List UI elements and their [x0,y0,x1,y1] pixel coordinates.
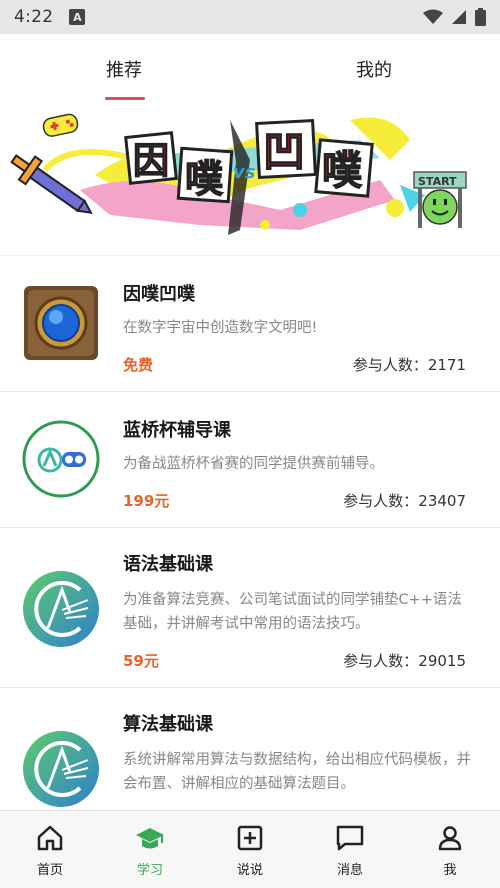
course-title: 算法基础课 [123,714,213,735]
message-icon [335,823,365,853]
list-item[interactable]: 蓝桥杯辅导课 为备战蓝桥杯省赛的同学提供赛前辅导。 199元 参与人数：2340… [0,392,500,528]
tab-recommend-label: 推荐 [106,60,142,81]
course-thumbnail [22,284,100,362]
banner[interactable]: 因 噗 vs 凹 噗 START [0,100,500,255]
wifi-icon [423,9,443,24]
course-title: 蓝桥杯辅导课 [123,420,231,441]
gem-shield-icon [24,286,98,360]
course-title: 语法基础课 [123,554,213,575]
course-description: 为准备算法竞赛、公司笔试面试的同学铺垫C++语法基础，并讲解考试中常用的语法技巧… [123,592,462,632]
course-description: 系统讲解常用算法与数据结构，给出相应代码模板，并会布置、讲解相应的基础算法题目。 [123,752,471,792]
course-price: 59元 [123,652,159,670]
nav-messages-label: 消息 [336,863,363,878]
status-icons [423,8,486,26]
app-screen: 4:22 A 推荐 我的 因 噗 vs 凹 噗 START 因噗凹噗 在数字宇宙… [0,0,500,888]
graduation-cap-icon [135,823,165,853]
banner-illustration: 因 噗 vs 凹 噗 START [10,113,467,235]
status-time: 4:22 [14,7,54,27]
list-item[interactable]: 语法基础课 为准备算法竞赛、公司笔试面试的同学铺垫C++语法基础，并讲解考试中常… [0,528,500,688]
start-sign-label: START [418,175,457,188]
top-tabs: 推荐 我的 [0,34,500,100]
nav-me-label: 我 [443,863,457,878]
status-bar: 4:22 A [0,0,500,34]
nav-study[interactable]: 学习 [100,811,200,888]
battery-icon [475,8,486,26]
user-icon [435,823,465,853]
course-participants: 参与人数：2171 [352,356,466,374]
nav-study-label: 学习 [136,863,163,878]
course-title: 因噗凹噗 [123,284,195,305]
tab-recommend[interactable]: 推荐 [0,34,250,100]
lanqiao-logo-icon [22,420,100,498]
course-thumbnail [22,570,100,648]
notification-badge-icon: A [69,9,86,25]
gamepad-icon [42,113,79,137]
bottom-navigation: 首页 学习 说说 消息 我 [0,810,500,888]
course-participants: 参与人数：29015 [343,652,466,670]
banner-vs: vs [233,162,256,183]
course-thumbnail [22,730,100,808]
course-price: 199元 [123,492,170,510]
sword-icon [10,154,93,215]
nav-me[interactable]: 我 [400,811,500,888]
tab-mine[interactable]: 我的 [250,34,500,100]
banner-char-3: 凹 [263,127,305,176]
acwing-logo-icon [23,731,99,807]
course-participants: 参与人数：23407 [343,492,466,510]
start-sign: START [413,171,467,228]
course-list: 因噗凹噗 在数字宇宙中创造数字文明吧! 免费 参与人数：2171 蓝桥杯辅导课 … [0,256,500,848]
course-price: 免费 [123,356,154,374]
banner-char-1: 因 [133,141,169,182]
course-description: 在数字宇宙中创造数字文明吧! [123,320,318,336]
course-description: 为备战蓝桥杯省赛的同学提供赛前辅导。 [123,456,384,472]
acwing-logo-icon [23,571,99,647]
nav-home[interactable]: 首页 [0,811,100,888]
course-thumbnail [22,420,100,498]
tab-mine-label: 我的 [356,60,392,81]
nav-post[interactable]: 说说 [200,811,300,888]
nav-post-label: 说说 [236,863,263,878]
plus-square-icon [235,823,265,853]
signal-icon [452,10,466,24]
banner-char-2: 噗 [185,157,223,201]
banner-char-4: 噗 [322,148,363,194]
home-icon [35,823,65,853]
list-item[interactable]: 因噗凹噗 在数字宇宙中创造数字文明吧! 免费 参与人数：2171 [0,256,500,392]
nav-messages[interactable]: 消息 [300,811,400,888]
nav-home-label: 首页 [36,863,63,878]
